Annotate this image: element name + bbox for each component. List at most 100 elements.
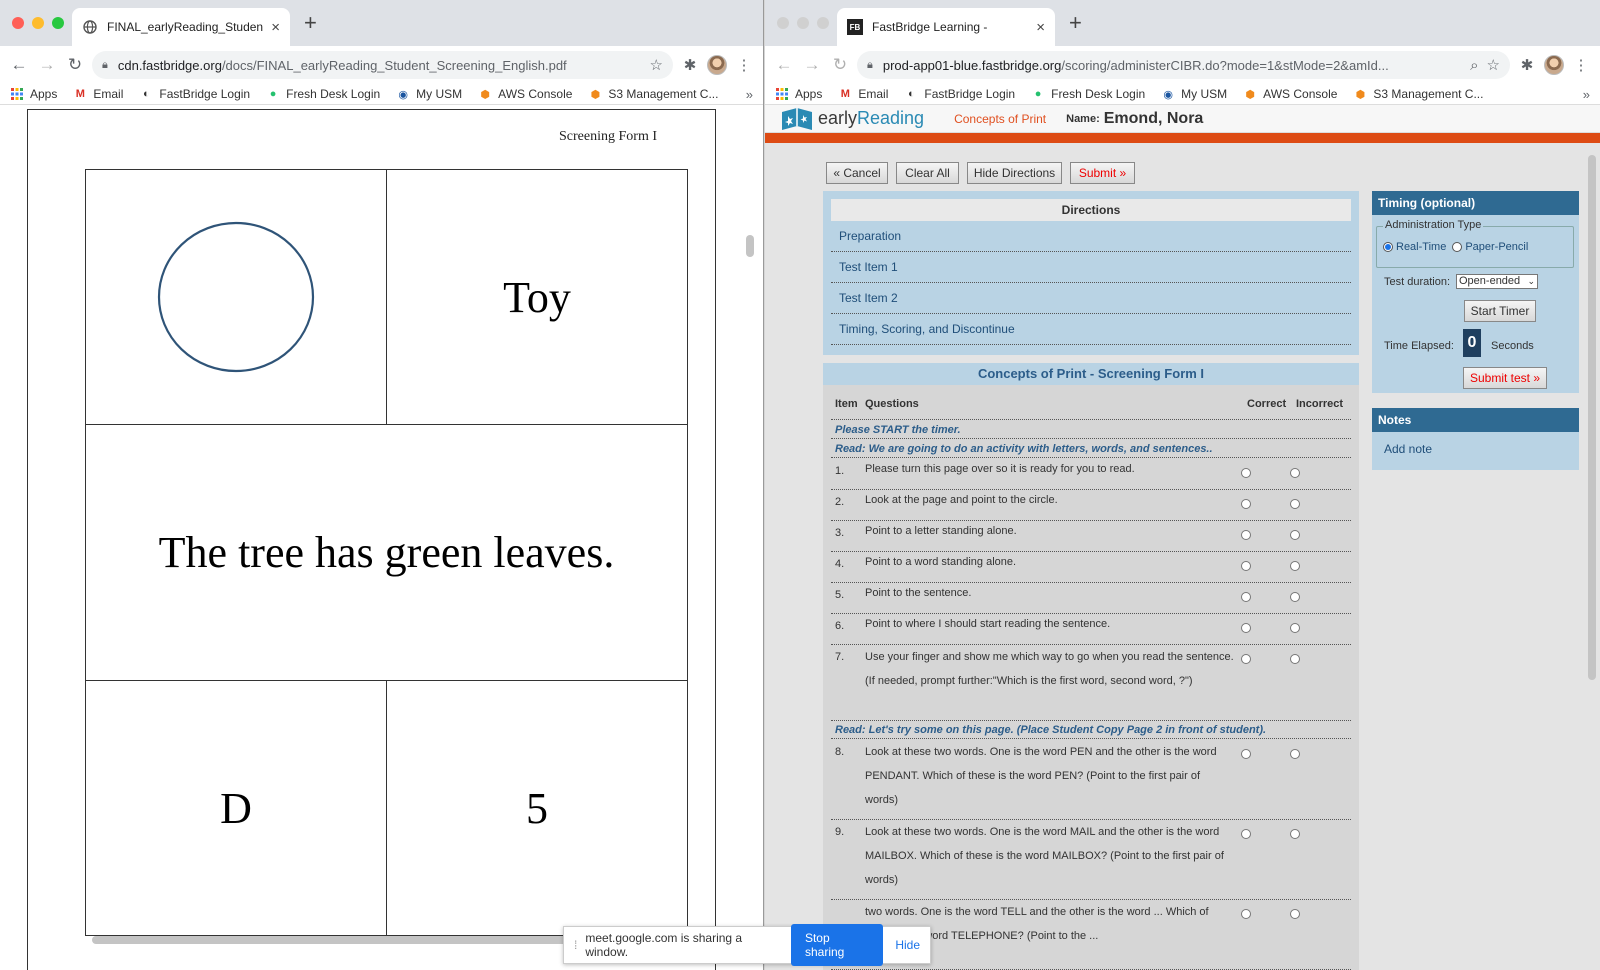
form-label: Screening Form I — [559, 129, 657, 144]
start-timer-button[interactable]: Start Timer — [1464, 300, 1536, 322]
address-bar-right[interactable]: 🔒︎ prod-app01-blue.fastbridge.org/scorin… — [857, 51, 1510, 79]
real-time-radio[interactable] — [1383, 242, 1393, 252]
profile-avatar-right[interactable] — [1544, 55, 1564, 75]
stop-sharing-button[interactable]: Stop sharing — [790, 924, 884, 966]
back-icon-right[interactable]: ← — [773, 55, 795, 75]
bookmark-fresh-desk[interactable]: ● Fresh Desk Login — [266, 87, 380, 101]
new-tab-button[interactable]: + — [304, 12, 317, 34]
reload-icon[interactable]: ↻ — [64, 55, 86, 75]
bookmark-s3-right[interactable]: ⬢ S3 Management C... — [1353, 87, 1484, 101]
bookmark-aws-console-right[interactable]: ⬢ AWS Console — [1243, 87, 1337, 101]
minimize-window-button-right[interactable] — [797, 17, 809, 29]
paper-pencil-radio[interactable] — [1452, 242, 1463, 252]
freshdesk-icon: ● — [269, 88, 277, 100]
new-tab-button-right[interactable]: + — [1069, 12, 1082, 34]
bookmark-aws-console[interactable]: ⬢ AWS Console — [478, 87, 572, 101]
submit-test-button[interactable]: Submit test » — [1463, 367, 1547, 389]
direction-test-item-1[interactable]: Test Item 1 — [831, 252, 1351, 283]
correct-radio-1[interactable] — [1241, 468, 1251, 478]
incorrect-radio-7[interactable] — [1290, 654, 1300, 664]
close-tab-icon[interactable]: × — [271, 19, 280, 36]
tab-title-right: FastBridge Learning - — [872, 20, 988, 34]
direction-timing-scoring[interactable]: Timing, Scoring, and Discontinue — [831, 314, 1351, 345]
close-window-button-right[interactable] — [777, 17, 789, 29]
s3-icon: ⬢ — [1355, 88, 1366, 101]
correct-radio-5[interactable] — [1241, 592, 1251, 602]
submit-button[interactable]: Submit » — [1070, 162, 1135, 184]
drag-handle-icon[interactable]: ⁞ — [574, 938, 577, 952]
duration-select[interactable]: Open-ended ⌄ — [1456, 274, 1538, 289]
profile-avatar[interactable] — [707, 55, 727, 75]
sentence-text: The tree has green leaves. — [158, 528, 615, 577]
more-bookmarks-icon[interactable]: » — [746, 87, 753, 102]
bookmark-apps[interactable]: Apps — [10, 87, 57, 101]
number-text: 5 — [526, 783, 548, 833]
zoom-icon[interactable]: ⌕ — [1470, 57, 1478, 74]
bookmark-fresh-desk-right[interactable]: ● Fresh Desk Login — [1031, 87, 1145, 101]
maximize-window-button[interactable] — [52, 17, 64, 29]
bookmark-email-right[interactable]: M Email — [838, 87, 889, 101]
reload-icon-right[interactable]: ↻ — [829, 55, 851, 75]
incorrect-radio-1[interactable] — [1290, 468, 1300, 478]
incorrect-radio-6[interactable] — [1290, 623, 1300, 633]
forward-icon-right[interactable]: → — [801, 55, 823, 75]
incorrect-radio-4[interactable] — [1290, 561, 1300, 571]
direction-preparation[interactable]: Preparation — [831, 221, 1351, 252]
bookmark-star-icon-right[interactable]: ☆ — [1487, 56, 1500, 74]
bookmark-star-icon[interactable]: ☆ — [650, 56, 663, 74]
correct-radio-2[interactable] — [1241, 499, 1251, 509]
close-tab-icon-right[interactable]: × — [1036, 19, 1045, 36]
menu-icon[interactable]: ⋮ — [733, 56, 755, 74]
aws-icon: ⬢ — [480, 88, 490, 101]
hide-directions-button[interactable]: Hide Directions — [967, 162, 1062, 184]
correct-radio-4[interactable] — [1241, 561, 1251, 571]
incorrect-radio-2[interactable] — [1290, 499, 1300, 509]
correct-radio-10[interactable] — [1241, 909, 1251, 919]
elapsed-label: Time Elapsed: — [1384, 340, 1454, 352]
correct-radio-6[interactable] — [1241, 623, 1251, 633]
extensions-icon[interactable]: ✱ — [679, 56, 701, 74]
header-accent-bar — [765, 133, 1600, 143]
pdf-vertical-scrollbar[interactable] — [746, 235, 754, 257]
usm-icon: ◉ — [1163, 88, 1173, 101]
bookmark-my-usm[interactable]: ◉ My USM — [396, 87, 462, 101]
correct-radio-7[interactable] — [1241, 654, 1251, 664]
close-window-button[interactable] — [12, 17, 24, 29]
incorrect-radio-5[interactable] — [1290, 592, 1300, 602]
tab-fastbridge[interactable]: FB FastBridge Learning - × — [837, 8, 1055, 46]
bookmark-email[interactable]: M Email — [73, 87, 124, 101]
cancel-button[interactable]: « Cancel — [826, 162, 888, 184]
clear-all-button[interactable]: Clear All — [896, 162, 959, 184]
direction-test-item-2[interactable]: Test Item 2 — [831, 283, 1351, 314]
module-link[interactable]: Concepts of Print — [954, 112, 1046, 126]
bookmark-my-usm-right[interactable]: ◉ My USM — [1161, 87, 1227, 101]
extensions-icon-right[interactable]: ✱ — [1516, 56, 1538, 74]
bookmark-apps-right[interactable]: Apps — [775, 87, 822, 101]
bookmark-fastbridge-login-right[interactable]: ◐ FastBridge Login — [904, 87, 1015, 101]
correct-radio-8[interactable] — [1241, 749, 1251, 759]
app-header: early Reading Concepts of Print Name: Emo… — [765, 105, 1600, 133]
maximize-window-button-right[interactable] — [817, 17, 829, 29]
add-note-link[interactable]: Add note — [1384, 442, 1432, 456]
more-bookmarks-icon-right[interactable]: » — [1583, 87, 1590, 102]
menu-icon-right[interactable]: ⋮ — [1570, 56, 1592, 74]
app-vertical-scrollbar[interactable] — [1588, 155, 1596, 680]
incorrect-radio-9[interactable] — [1290, 829, 1300, 839]
tab-pdf[interactable]: FINAL_earlyReading_Student_S × — [72, 8, 290, 46]
hide-share-bar-button[interactable]: Hide — [895, 938, 920, 952]
incorrect-radio-10[interactable] — [1290, 909, 1300, 919]
forward-icon[interactable]: → — [36, 55, 58, 75]
correct-radio-3[interactable] — [1241, 530, 1251, 540]
incorrect-radio-8[interactable] — [1290, 749, 1300, 759]
share-message: meet.google.com is sharing a window. — [585, 931, 743, 959]
bookmark-fastbridge-login[interactable]: ◐ FastBridge Login — [139, 87, 250, 101]
bookmark-s3[interactable]: ⬢ S3 Management C... — [588, 87, 719, 101]
minimize-window-button[interactable] — [32, 17, 44, 29]
question-row-4: 4. Point to a word standing alone. — [831, 552, 1351, 583]
correct-radio-9[interactable] — [1241, 829, 1251, 839]
url-domain: cdn.fastbridge.org — [117, 57, 222, 73]
address-bar[interactable]: 🔒︎ cdn.fastbridge.org/docs/FINAL_earlyRe… — [92, 51, 673, 79]
notes-panel: Notes Add note — [1372, 408, 1579, 470]
back-icon[interactable]: ← — [8, 55, 30, 75]
incorrect-radio-3[interactable] — [1290, 530, 1300, 540]
